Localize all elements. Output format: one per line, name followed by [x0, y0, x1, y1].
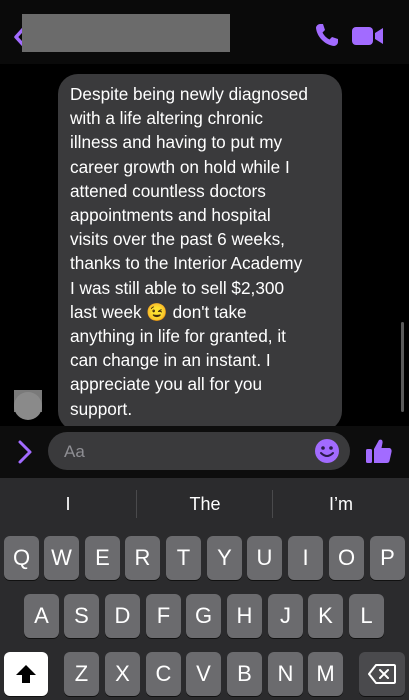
message-list[interactable]: Despite being newly diagnosed with a lif… — [0, 64, 409, 431]
keyboard: I The I’m Q W E R T Y U I O P A S D F G … — [0, 478, 409, 700]
key-n[interactable]: N — [268, 652, 303, 696]
backspace-icon — [368, 664, 396, 684]
key-f[interactable]: F — [146, 594, 181, 638]
key-o[interactable]: O — [329, 536, 364, 580]
thumbs-up-icon[interactable] — [364, 436, 394, 466]
key-e[interactable]: E — [85, 536, 120, 580]
key-w[interactable]: W — [44, 536, 79, 580]
sender-avatar-circle — [14, 392, 42, 420]
delete-key[interactable] — [359, 652, 405, 696]
contact-name-redacted[interactable] — [22, 14, 230, 52]
key-p[interactable]: P — [370, 536, 405, 580]
phone-icon[interactable] — [314, 22, 340, 48]
key-z[interactable]: Z — [64, 652, 99, 696]
shift-key[interactable] — [4, 652, 48, 696]
key-m[interactable]: M — [308, 652, 343, 696]
key-h[interactable]: H — [227, 594, 262, 638]
message-bubble[interactable]: Despite being newly diagnosed with a lif… — [58, 74, 342, 431]
suggestion-1[interactable]: I — [0, 494, 136, 515]
message-input[interactable]: Aa — [48, 432, 350, 470]
key-y[interactable]: Y — [207, 536, 242, 580]
shift-arrow-icon — [16, 665, 36, 683]
key-j[interactable]: J — [268, 594, 303, 638]
message-composer: Aa — [0, 426, 409, 478]
key-x[interactable]: X — [105, 652, 140, 696]
key-b[interactable]: B — [227, 652, 262, 696]
key-q[interactable]: Q — [4, 536, 39, 580]
emoji-icon[interactable] — [314, 438, 340, 464]
key-s[interactable]: S — [64, 594, 99, 638]
key-t[interactable]: T — [166, 536, 201, 580]
scrollbar[interactable] — [401, 322, 404, 412]
key-k[interactable]: K — [308, 594, 343, 638]
key-u[interactable]: U — [247, 536, 282, 580]
key-l[interactable]: L — [349, 594, 384, 638]
message-input-placeholder: Aa — [64, 442, 85, 461]
key-d[interactable]: D — [105, 594, 140, 638]
key-c[interactable]: C — [146, 652, 181, 696]
key-g[interactable]: G — [186, 594, 221, 638]
chat-header — [0, 0, 409, 64]
chevron-right-icon[interactable] — [14, 439, 36, 465]
key-a[interactable]: A — [24, 594, 59, 638]
suggestion-3[interactable]: I’m — [273, 494, 409, 515]
video-camera-icon[interactable] — [352, 26, 384, 46]
key-v[interactable]: V — [186, 652, 221, 696]
key-r[interactable]: R — [125, 536, 160, 580]
key-i[interactable]: I — [288, 536, 323, 580]
suggestion-2[interactable]: The — [137, 494, 273, 515]
predictive-bar: I The I’m — [0, 478, 409, 530]
